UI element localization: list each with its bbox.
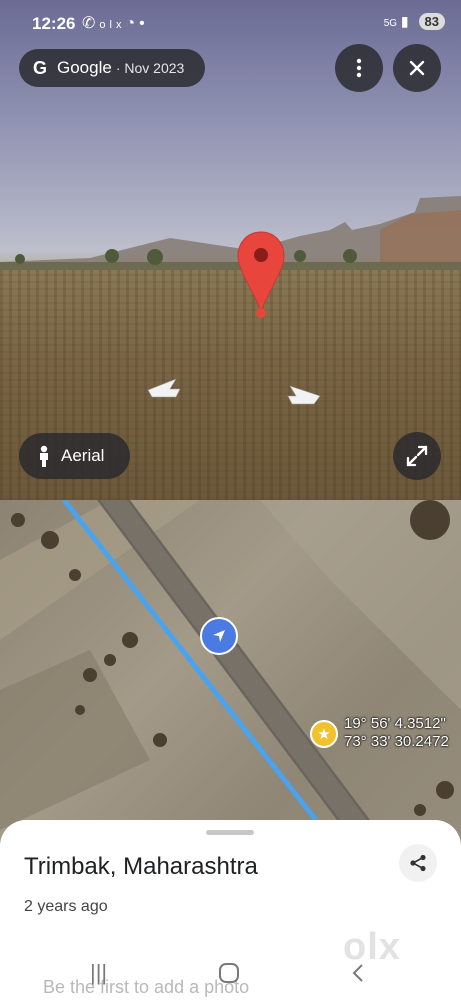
field-plot (0, 650, 150, 830)
battery-indicator: 83 (418, 13, 445, 30)
arrow-right-icon[interactable] (286, 384, 322, 408)
system-navigation-bar: ||| (0, 952, 461, 1000)
expand-button[interactable] (393, 432, 441, 480)
place-title: Trimbak, Maharashtra (24, 853, 258, 880)
drag-handle[interactable] (206, 830, 254, 835)
status-time: 12:26 (32, 14, 76, 33)
star-marker[interactable]: ★ (310, 720, 338, 748)
more-vert-icon (356, 58, 362, 78)
navigation-arrow-icon (213, 630, 225, 642)
olx-icon: olx (99, 19, 126, 31)
coordinates-label: 19° 56' 4.3512" 73° 33' 30.2472 (344, 715, 449, 751)
arrow-left-icon[interactable] (146, 377, 182, 399)
close-button[interactable] (393, 44, 441, 92)
recent-apps-icon[interactable]: ||| (90, 960, 107, 986)
notification-icons: ✆olx◔• (82, 13, 149, 33)
longitude-text: 73° 33' 30.2472 (344, 733, 449, 750)
expand-icon (406, 445, 428, 467)
aerial-toggle-button[interactable]: Aerial (19, 433, 130, 479)
star-icon: ★ (317, 726, 331, 743)
photo-timestamp: 2 years ago (24, 898, 108, 915)
share-icon (410, 854, 426, 872)
status-bar: 12:26 ✆olx◔• 5G ▮ 83 (0, 0, 461, 48)
home-icon[interactable] (218, 962, 240, 984)
person-icon (40, 445, 48, 467)
close-icon (409, 60, 425, 76)
back-icon[interactable] (350, 962, 366, 984)
imagery-date: · Nov 2023 (115, 60, 185, 76)
latitude-text: 19° 56' 4.3512" (344, 715, 446, 732)
imagery-source-chip[interactable]: G Google · Nov 2023 (19, 49, 205, 87)
messenger-icon: ◔ (125, 15, 140, 32)
signal-icon: ▮ (400, 13, 409, 29)
volte-icon: 5G (383, 18, 398, 29)
status-right: 5G ▮ 83 (384, 13, 445, 30)
location-pin-icon (237, 231, 285, 318)
tree-line (0, 262, 461, 270)
google-label: Google (57, 58, 112, 77)
whatsapp-icon: ✆ (82, 15, 100, 32)
google-g-icon: G (32, 58, 47, 78)
more-options-button[interactable] (335, 44, 383, 92)
share-button[interactable] (399, 844, 437, 882)
red-cliff (380, 210, 461, 262)
dot-icon: • (139, 15, 149, 32)
navigation-pin[interactable] (200, 617, 238, 655)
aerial-label: Aerial (61, 446, 105, 465)
